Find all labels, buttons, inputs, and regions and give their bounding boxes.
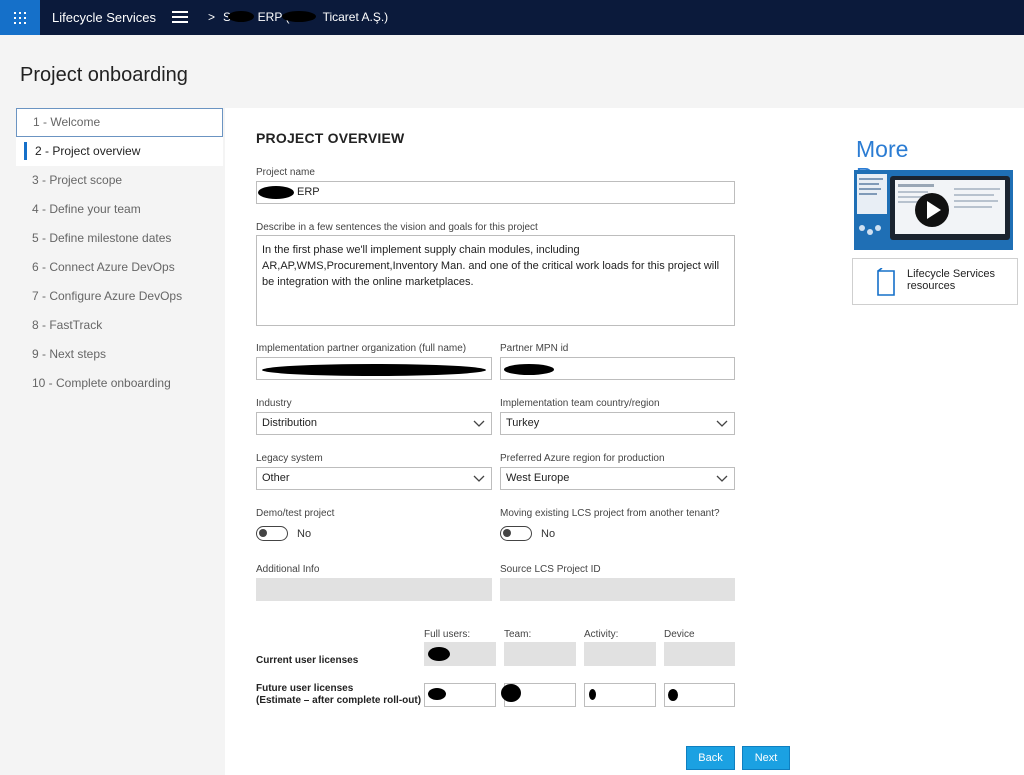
resources-card-label: Lifecycle Services resources [907, 268, 996, 292]
description-label: Describe in a few sentences the vision a… [256, 222, 538, 233]
country-value: Turkey [506, 417, 540, 429]
current-device-input[interactable] [664, 642, 735, 666]
step-define-team[interactable]: 4 - Define your team [16, 195, 223, 224]
licenses-header-team: Team: [504, 629, 532, 640]
legacy-select[interactable]: Other [256, 467, 492, 490]
step-project-scope[interactable]: 3 - Project scope [16, 166, 223, 195]
app-launcher-button[interactable] [0, 0, 40, 35]
current-licenses-label: Current user licenses [256, 655, 359, 666]
page-title: Project onboarding [20, 64, 188, 86]
industry-select[interactable]: Distribution [256, 412, 492, 435]
top-bar: Lifecycle Services > S ERP ( Ticaret A.Ş… [0, 0, 1024, 35]
resources-video-thumbnail[interactable] [854, 170, 1013, 250]
moving-label: Moving existing LCS project from another… [500, 508, 720, 519]
onboarding-steps-nav: 1 - Welcome 2 - Project overview 3 - Pro… [16, 108, 223, 398]
hamburger-menu-icon[interactable] [172, 11, 188, 23]
additional-info-label: Additional Info [256, 564, 320, 575]
chevron-down-icon [716, 420, 728, 427]
licenses-header-activity: Activity: [584, 629, 619, 640]
step-project-overview[interactable]: 2 - Project overview [16, 137, 223, 166]
chevron-down-icon [716, 475, 728, 482]
chevron-down-icon [473, 420, 485, 427]
moving-toggle-text: No [541, 528, 556, 540]
project-name-value: ERP [297, 186, 320, 198]
step-fasttrack[interactable]: 8 - FastTrack [16, 311, 223, 340]
legacy-label: Legacy system [256, 453, 323, 464]
redaction-mark [668, 689, 678, 701]
step-complete-onboarding[interactable]: 10 - Complete onboarding [16, 369, 223, 398]
redaction-mark [428, 688, 446, 700]
additional-info-input[interactable] [256, 578, 492, 601]
redaction-mark [258, 186, 294, 199]
source-lcs-input[interactable] [500, 578, 735, 601]
demo-toggle[interactable] [256, 526, 288, 541]
back-button[interactable]: Back [686, 746, 735, 770]
demo-label: Demo/test project [256, 508, 335, 519]
partner-org-label: Implementation partner organization (ful… [256, 343, 467, 354]
waffle-icon [14, 11, 26, 24]
licenses-header-full: Full users: [424, 629, 471, 640]
toggle-knob [503, 529, 511, 537]
video-thumbnail-image [854, 170, 1013, 250]
country-label: Implementation team country/region [500, 398, 660, 409]
description-textarea[interactable]: In the first phase we'll implement suppl… [256, 235, 735, 326]
redaction-mark [589, 689, 596, 700]
section-title: PROJECT OVERVIEW [256, 130, 405, 146]
toggle-knob [259, 529, 267, 537]
redaction-mark [262, 364, 486, 376]
chevron-down-icon [473, 475, 485, 482]
azure-region-value: West Europe [506, 472, 570, 484]
step-milestone-dates[interactable]: 5 - Define milestone dates [16, 224, 223, 253]
source-lcs-label: Source LCS Project ID [500, 564, 601, 575]
legacy-value: Other [262, 472, 290, 484]
industry-label: Industry [256, 398, 292, 409]
redaction-mark [504, 364, 554, 375]
project-name-label: Project name [256, 167, 315, 178]
demo-toggle-text: No [297, 528, 312, 540]
future-licenses-sublabel: (Estimate – after complete roll-out) [256, 695, 422, 706]
redaction-mark [501, 684, 521, 702]
redaction-mark [282, 11, 316, 22]
redaction-mark [428, 647, 450, 661]
moving-toggle[interactable] [500, 526, 532, 541]
licenses-header-device: Device [664, 629, 695, 640]
document-icon [877, 268, 895, 296]
azure-region-label: Preferred Azure region for production [500, 453, 665, 464]
current-activity-input[interactable] [584, 642, 656, 666]
step-next-steps[interactable]: 9 - Next steps [16, 340, 223, 369]
app-title[interactable]: Lifecycle Services [52, 10, 156, 25]
future-licenses-label: Future user licenses [256, 683, 354, 694]
industry-value: Distribution [262, 417, 318, 429]
step-connect-devops[interactable]: 6 - Connect Azure DevOps [16, 253, 223, 282]
step-configure-devops[interactable]: 7 - Configure Azure DevOps [16, 282, 223, 311]
step-welcome[interactable]: 1 - Welcome [16, 108, 223, 137]
azure-region-select[interactable]: West Europe [500, 467, 735, 490]
breadcrumb-separator: > [208, 10, 216, 24]
current-team-input[interactable] [504, 642, 576, 666]
country-select[interactable]: Turkey [500, 412, 735, 435]
partner-mpn-label: Partner MPN id [500, 343, 569, 354]
next-button[interactable]: Next [742, 746, 790, 770]
lifecycle-services-resources-card[interactable]: Lifecycle Services resources [852, 258, 1018, 305]
description-value: In the first phase we'll implement suppl… [262, 244, 720, 288]
redaction-mark [228, 11, 254, 22]
project-name-input[interactable]: ERP [256, 181, 735, 204]
